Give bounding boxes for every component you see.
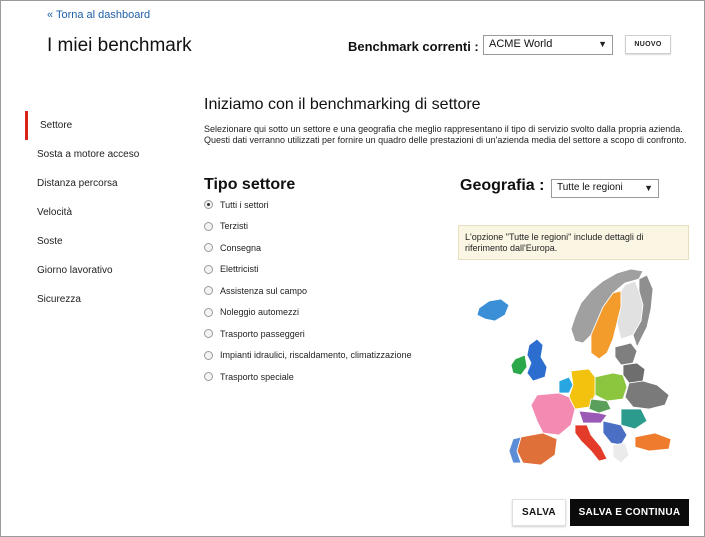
sidebar-item-velocita[interactable]: Velocità [25, 198, 185, 227]
sector-option-label: Trasporto speciale [220, 371, 294, 382]
geography-title: Geografia : [460, 177, 545, 194]
map-region-ukraine [624, 380, 670, 410]
sector-option-label: Trasporto passeggeri [220, 328, 305, 339]
map-region-ireland [510, 354, 528, 376]
save-and-continue-button[interactable]: SALVA E CONTINUA [570, 499, 689, 526]
sidebar-item-distanza-percorsa[interactable]: Distanza percorsa [25, 169, 185, 198]
sector-option-label: Terzisti [220, 221, 249, 232]
sector-option-elettricisti[interactable]: Elettricisti [204, 259, 412, 281]
geography-note: L'opzione "Tutte le regioni" include det… [458, 225, 689, 260]
sector-option-tutti[interactable]: Tutti i settori [204, 194, 412, 216]
sector-option-label: Elettricisti [220, 264, 259, 275]
benchmark-label: Benchmark correnti : [348, 39, 479, 54]
radio-button[interactable] [204, 307, 213, 317]
sector-option-terzisti[interactable]: Terzisti [204, 216, 412, 238]
chevron-down-icon: ▼ [598, 39, 607, 49]
map-region-poland [594, 372, 628, 402]
radio-button[interactable] [204, 264, 213, 274]
radio-button[interactable] [204, 221, 213, 231]
new-benchmark-button[interactable]: NUOVO [625, 35, 671, 54]
sector-option-label: Consegna [220, 242, 262, 253]
sector-option-trasporto-passeggeri[interactable]: Trasporto passeggeri [204, 323, 412, 345]
intro-text: Selezionare qui sotto un settore e una g… [204, 124, 687, 145]
sector-option-label: Noleggio automezzi [220, 307, 300, 318]
sector-option-consegna[interactable]: Consegna [204, 237, 412, 259]
benchmark-select-value: ACME World [489, 38, 553, 50]
sector-option-noleggio[interactable]: Noleggio automezzi [204, 302, 412, 324]
map-region-turkey [634, 432, 672, 452]
sidebar-item-soste[interactable]: Soste [25, 227, 185, 256]
map-region-italy [574, 424, 608, 462]
section-heading: Iniziamo con il benchmarking di settore [204, 96, 481, 113]
sector-option-trasporto-speciale[interactable]: Trasporto speciale [204, 366, 412, 388]
chevron-down-icon: ▼ [644, 183, 653, 193]
sidebar-item-sosta-motore-acceso[interactable]: Sosta a motore acceso [25, 140, 185, 169]
sidebar-item-sicurezza[interactable]: Sicurezza [25, 285, 185, 314]
sidebar-item-settore[interactable]: Settore [25, 111, 185, 140]
map-region-france [530, 392, 576, 436]
sector-option-label: Impianti idraulici, riscaldamento, clima… [220, 350, 412, 361]
map-region-romania [620, 408, 648, 430]
sidebar-item-giorno-lavorativo[interactable]: Giorno lavorativo [25, 256, 185, 285]
map-region-baltics [614, 342, 638, 366]
page-title: I miei benchmark [47, 35, 192, 56]
page-frame: « Torna al dashboard I miei benchmark Be… [0, 0, 705, 537]
radio-button[interactable] [204, 329, 213, 339]
sector-radio-group: Tutti i settori Terzisti Consegna Elettr… [204, 194, 412, 388]
map-region-iceland [476, 298, 510, 322]
map-region-greece [612, 442, 630, 464]
map-region-uk [526, 338, 548, 382]
save-button[interactable]: SALVA [512, 499, 566, 526]
europe-map [476, 268, 672, 466]
geography-select[interactable]: Tutte le regioni ▼ [551, 179, 659, 198]
back-to-dashboard-link[interactable]: « Torna al dashboard [47, 9, 150, 21]
map-region-belarus [622, 362, 646, 384]
sector-option-label: Assistenza sul campo [220, 285, 308, 296]
benchmark-select[interactable]: ACME World ▼ [483, 35, 613, 55]
sector-option-assistenza[interactable]: Assistenza sul campo [204, 280, 412, 302]
geography-select-value: Tutte le regioni [557, 182, 623, 193]
sidebar: Settore Sosta a motore acceso Distanza p… [25, 111, 185, 314]
map-region-spain [516, 432, 558, 466]
sector-option-impianti[interactable]: Impianti idraulici, riscaldamento, clima… [204, 345, 412, 367]
radio-button[interactable] [204, 350, 213, 360]
radio-button[interactable] [204, 243, 213, 253]
sector-type-title: Tipo settore [204, 176, 296, 193]
sector-option-label: Tutti i settori [220, 199, 269, 210]
radio-button[interactable] [204, 372, 213, 382]
radio-button[interactable] [204, 286, 213, 296]
radio-button-checked[interactable] [204, 200, 213, 210]
